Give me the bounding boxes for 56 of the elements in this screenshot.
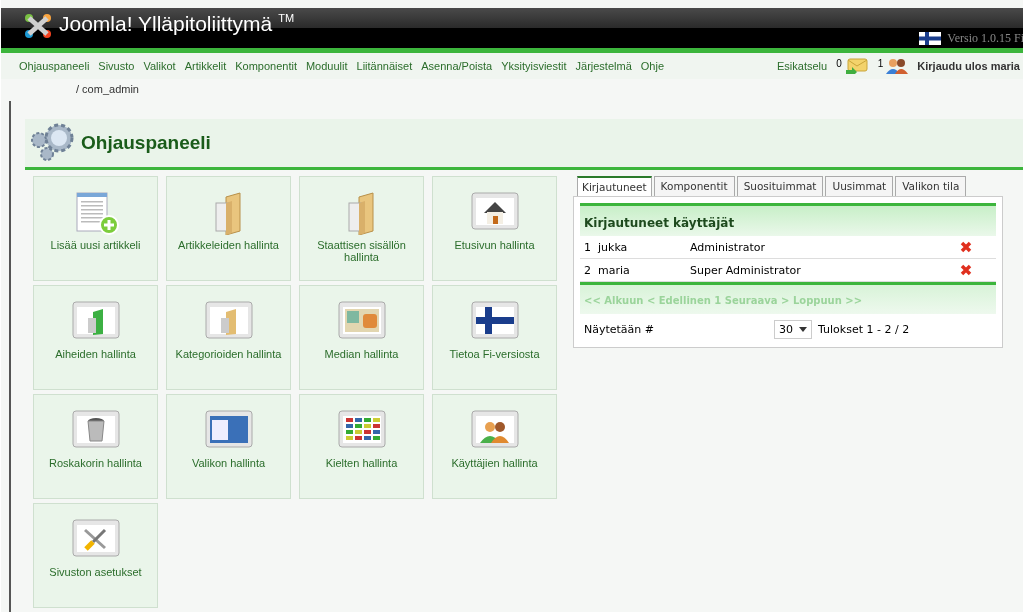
dashboard-tile[interactable]: Valikon hallinta xyxy=(166,394,291,499)
dashboard-tile[interactable]: Artikkeleiden hallinta xyxy=(166,176,291,281)
delete-icon[interactable] xyxy=(960,241,972,253)
menu-item[interactable]: Ohje xyxy=(640,60,665,72)
users-icon[interactable] xyxy=(886,58,909,74)
tab[interactable]: Valikon tila xyxy=(895,176,967,196)
dashboard-tile[interactable]: Käyttäjien hallinta xyxy=(432,394,557,499)
dashboard-tile[interactable]: Sivuston asetukset xyxy=(33,503,158,608)
dashboard-tile[interactable]: Aiheiden hallinta xyxy=(33,285,158,390)
logout-link[interactable]: Kirjaudu ulos maria xyxy=(917,60,1020,72)
table-cell-text: 1 xyxy=(584,240,592,254)
menu-item[interactable]: Artikkelit xyxy=(184,60,227,72)
breadcrumb: / com_admin xyxy=(76,83,139,95)
logo-icon xyxy=(23,12,53,40)
trademark: TM xyxy=(278,12,295,24)
table-cell-text: maria xyxy=(598,263,631,277)
menu-item[interactable]: Ohjauspaneeli xyxy=(19,60,90,72)
dashboard-tile[interactable]: Kategorioiden hallinta xyxy=(166,285,291,390)
menu-item[interactable]: Järjestelmä xyxy=(575,60,632,72)
show-label: Näytetään # xyxy=(584,323,656,336)
menu-item[interactable]: Asenna/Poista xyxy=(421,60,493,72)
caret-icon xyxy=(799,327,807,332)
dashboard-tile[interactable]: Kielten hallinta xyxy=(299,394,424,499)
flag-icon xyxy=(919,32,942,45)
pagination: << Alkuun < Edellinen 1 Seuraava > Loppuun >> xyxy=(584,295,863,306)
tab[interactable]: Uusimmat xyxy=(825,176,894,196)
menu-item[interactable]: Moduulit xyxy=(305,60,348,72)
tab[interactable]: Suosituimmat xyxy=(736,176,824,196)
menu-item[interactable]: Komponentit xyxy=(235,60,297,72)
table-heading: Kirjautuneet käyttäjät xyxy=(580,203,996,236)
dashboard-tile[interactable]: Staattisen sisällön hallinta xyxy=(299,176,424,281)
menu-item[interactable]: Sivusto xyxy=(98,60,135,72)
results-text: Tulokset 1 - 2 / 2 xyxy=(818,323,910,336)
dashboard-tile[interactable]: Lisää uusi artikkeli xyxy=(33,176,158,281)
envelope-icon[interactable] xyxy=(844,58,869,74)
table-cell-text: 2 xyxy=(584,263,592,277)
page-size-dropdown[interactable]: 30 xyxy=(774,320,812,339)
online-count: 1 xyxy=(877,58,884,69)
version-text: Versio 1.0.15 Fi xyxy=(947,31,1023,46)
message-count: 0 xyxy=(836,58,842,69)
tab[interactable]: Komponentit xyxy=(653,176,735,196)
table-cell-text: Super Administrator xyxy=(690,263,802,277)
tab[interactable]: Kirjautuneet xyxy=(577,176,652,196)
delete-icon[interactable] xyxy=(960,264,972,276)
menu-item[interactable]: Valikot xyxy=(143,60,176,72)
menu-item[interactable]: Liitännäiset xyxy=(356,60,413,72)
app-title: Joomla! Ylläpitoliittymä xyxy=(59,12,273,36)
dashboard-tile[interactable]: Roskakorin hallinta xyxy=(33,394,158,499)
dashboard-tile[interactable]: Median hallinta xyxy=(299,285,424,390)
dashboard-tile[interactable]: Etusivun hallinta xyxy=(432,176,557,281)
menu-item[interactable]: Yksityisviestit xyxy=(501,60,567,72)
page-title: Ohjauspaneeli xyxy=(81,132,211,154)
dashboard-tile[interactable]: Tietoa Fi-versiosta xyxy=(432,285,557,390)
table-cell-text: Administrator xyxy=(690,240,766,254)
preview-link[interactable]: Esikatselu xyxy=(777,60,828,72)
table-cell-text: jukka xyxy=(598,240,629,254)
